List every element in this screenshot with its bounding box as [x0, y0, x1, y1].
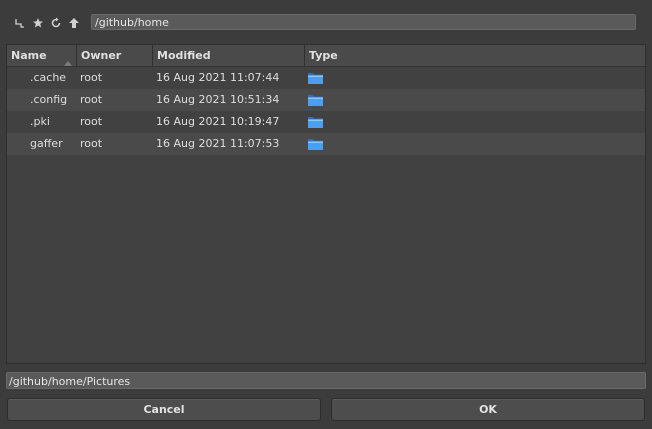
- row-owner: root: [80, 71, 103, 84]
- column-header-name[interactable]: Name: [7, 45, 77, 66]
- column-header-row: Name Owner Modified Type: [7, 45, 645, 67]
- folder-icon: [308, 138, 323, 150]
- row-name: .pki: [30, 115, 50, 128]
- row-modified: 16 Aug 2021 10:51:34: [156, 93, 280, 106]
- folder-icon: [308, 94, 323, 106]
- table-row[interactable]: .config root 16 Aug 2021 10:51:34: [7, 89, 645, 111]
- bookmark-star-icon[interactable]: [31, 16, 45, 30]
- toolbar: /github/home: [0, 0, 652, 44]
- column-header-name-label: Name: [11, 49, 47, 62]
- go-up-arrow-icon[interactable]: [67, 16, 81, 30]
- row-name: gaffer: [30, 137, 63, 150]
- selection-path-input[interactable]: /github/home/Pictures: [6, 372, 646, 389]
- row-owner: root: [80, 93, 103, 106]
- row-modified: 16 Aug 2021 11:07:53: [156, 137, 280, 150]
- file-list[interactable]: Name Owner Modified Type .cache root 16 …: [6, 44, 646, 364]
- row-owner: root: [80, 137, 103, 150]
- column-header-type[interactable]: Type: [305, 45, 645, 66]
- column-header-modified[interactable]: Modified: [153, 45, 305, 66]
- row-name: .config: [30, 93, 68, 106]
- table-row[interactable]: .pki root 16 Aug 2021 10:19:47: [7, 111, 645, 133]
- current-path-field[interactable]: /github/home: [91, 14, 636, 30]
- row-owner: root: [80, 115, 103, 128]
- row-modified: 16 Aug 2021 11:07:44: [156, 71, 280, 84]
- ok-button[interactable]: OK: [331, 398, 645, 421]
- row-name: .cache: [30, 71, 67, 84]
- table-row[interactable]: .cache root 16 Aug 2021 11:07:44: [7, 67, 645, 89]
- row-modified: 16 Aug 2021 10:19:47: [156, 115, 280, 128]
- folder-icon: [308, 116, 323, 128]
- refresh-icon[interactable]: [49, 16, 63, 30]
- up-level-icon[interactable]: [13, 16, 27, 30]
- folder-icon: [308, 72, 323, 84]
- cancel-button[interactable]: Cancel: [7, 398, 321, 421]
- column-header-owner[interactable]: Owner: [77, 45, 153, 66]
- table-row[interactable]: gaffer root 16 Aug 2021 11:07:53: [7, 133, 645, 155]
